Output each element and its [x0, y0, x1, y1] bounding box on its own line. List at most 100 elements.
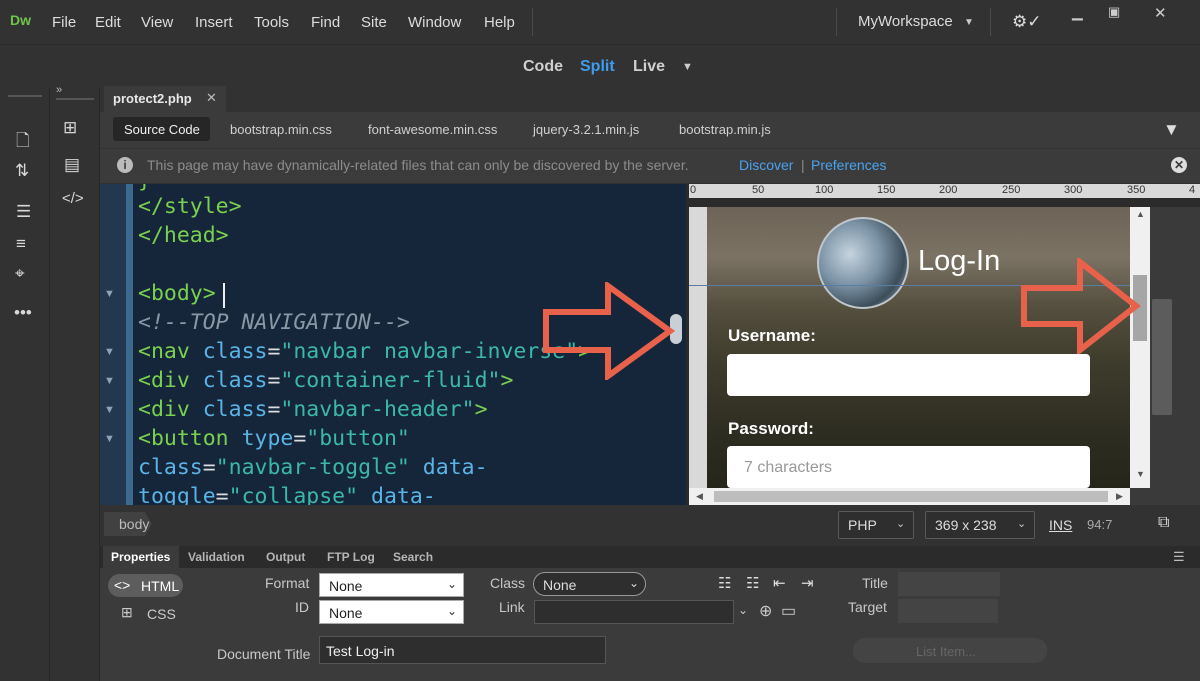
- ruler-tick: 0: [690, 184, 697, 196]
- code-token: >: [500, 368, 514, 393]
- panel-menu-icon[interactable]: ☰: [1173, 549, 1185, 565]
- expand-icon[interactable]: »: [56, 84, 62, 96]
- class-select[interactable]: None ⌄: [533, 572, 646, 596]
- file-icon[interactable]: 🗋: [16, 128, 30, 157]
- menu-tools[interactable]: Tools: [254, 14, 289, 31]
- username-input[interactable]: [727, 354, 1090, 396]
- login-heading: Log-In: [918, 245, 1001, 277]
- point-to-file-icon[interactable]: ⊕: [759, 601, 772, 621]
- related-file-label[interactable]: jquery-3.2.1.min.js: [533, 122, 639, 137]
- chevron-down-icon[interactable]: ⌄: [1017, 517, 1026, 530]
- real-time-preview-icon[interactable]: ⧉: [1158, 514, 1169, 532]
- tab-search[interactable]: Search: [393, 550, 433, 564]
- code-token: <nav: [138, 339, 203, 364]
- chevron-down-icon[interactable]: ▼: [964, 17, 974, 28]
- related-file-label[interactable]: font-awesome.min.css: [368, 122, 497, 137]
- menu-window[interactable]: Window: [408, 14, 461, 31]
- scroll-left-icon[interactable]: ◀: [696, 491, 703, 502]
- folder-icon[interactable]: ▭: [781, 601, 796, 621]
- scroll-down-icon[interactable]: ▼: [1136, 469, 1145, 479]
- menu-file[interactable]: File: [52, 14, 76, 31]
- tab-properties[interactable]: Properties: [111, 550, 170, 564]
- chevron-down-icon[interactable]: ⌄: [738, 603, 748, 617]
- list-item-button[interactable]: List Item...: [853, 638, 1047, 663]
- fold-arrow-icon[interactable]: ▼: [104, 404, 115, 416]
- view-live-button[interactable]: Live: [633, 58, 665, 76]
- code-token: class: [138, 455, 203, 480]
- scroll-right-icon[interactable]: ▶: [1116, 491, 1123, 502]
- view-split-button[interactable]: Split: [580, 58, 615, 76]
- fold-arrow-icon[interactable]: ▼: [104, 375, 115, 387]
- chevron-down-icon[interactable]: ▼: [682, 61, 693, 73]
- discover-link[interactable]: Discover: [739, 157, 793, 173]
- live-horizontal-scrollbar-thumb[interactable]: [714, 491, 1108, 502]
- close-icon[interactable]: ✕: [1171, 157, 1187, 173]
- format-select[interactable]: None ⌄: [319, 573, 464, 597]
- inspect-icon[interactable]: ☰: [16, 202, 31, 222]
- menu-insert[interactable]: Insert: [195, 14, 233, 31]
- sync-settings-icon[interactable]: ⚙✓: [1012, 12, 1041, 32]
- document-tab-label[interactable]: protect2.php: [113, 91, 192, 106]
- format-icon[interactable]: ≡: [16, 234, 26, 254]
- unordered-list-icon[interactable]: ☷: [718, 574, 731, 592]
- target-icon[interactable]: ⌖: [15, 264, 25, 284]
- fold-arrow-icon[interactable]: ▼: [104, 433, 115, 445]
- code-token: =: [267, 397, 281, 422]
- code-token: class: [202, 368, 268, 393]
- ordered-list-icon[interactable]: ☷: [746, 574, 759, 592]
- target-select[interactable]: [898, 599, 998, 623]
- filter-icon[interactable]: ▼: [1163, 120, 1180, 140]
- maximize-icon[interactable]: ▣: [1108, 4, 1120, 20]
- insert-mode-toggle[interactable]: INS: [1049, 517, 1072, 533]
- toolbar-grip: [8, 95, 42, 97]
- menu-divider: [836, 8, 837, 36]
- tab-validation[interactable]: Validation: [188, 550, 245, 564]
- code-line: <nav class="navbar navbar-inverse">: [138, 339, 591, 364]
- more-icon[interactable]: •••: [14, 303, 32, 323]
- ruler-tick: 250: [1002, 184, 1021, 196]
- close-icon[interactable]: ✕: [206, 90, 217, 106]
- menu-find[interactable]: Find: [311, 14, 340, 31]
- window-size-handle[interactable]: [1152, 299, 1172, 415]
- tab-ftp-log[interactable]: FTP Log: [327, 550, 375, 564]
- preferences-link[interactable]: Preferences: [811, 157, 886, 173]
- css-grid-icon[interactable]: ⊞: [121, 604, 133, 621]
- code-token: =: [215, 484, 229, 505]
- document-title-input[interactable]: Test Log-in: [319, 636, 606, 664]
- title-input[interactable]: [898, 572, 1000, 596]
- link-input[interactable]: [534, 600, 734, 624]
- menu-site[interactable]: Site: [361, 14, 387, 31]
- outdent-icon[interactable]: ⇤: [773, 574, 786, 592]
- file-transfer-icon[interactable]: ⇅: [15, 161, 29, 181]
- chevron-down-icon[interactable]: ⌄: [896, 517, 905, 530]
- code-line: <!--TOP NAVIGATION-->: [138, 310, 410, 335]
- info-message: This page may have dynamically-related f…: [147, 157, 689, 173]
- menu-view[interactable]: View: [141, 14, 173, 31]
- minimize-icon[interactable]: ▁: [1072, 4, 1083, 21]
- code-navigator-icon[interactable]: ▤: [64, 155, 80, 175]
- code-icon[interactable]: </>: [62, 190, 84, 207]
- fold-arrow-icon[interactable]: ▼: [104, 346, 115, 358]
- indent-icon[interactable]: ⇥: [801, 574, 814, 592]
- annotation-arrow-icon: [1021, 258, 1141, 354]
- fold-arrow-icon[interactable]: ▼: [104, 288, 115, 300]
- css-mode-button[interactable]: CSS: [147, 606, 176, 622]
- menu-help[interactable]: Help: [484, 14, 515, 31]
- dom-tree-icon[interactable]: ⊞: [63, 118, 77, 138]
- workspace-switcher[interactable]: MyWorkspace: [858, 13, 953, 30]
- menu-divider: [532, 8, 533, 36]
- html-mode-label: HTML: [141, 578, 180, 594]
- view-code-button[interactable]: Code: [523, 58, 563, 76]
- menu-edit[interactable]: Edit: [95, 14, 121, 31]
- related-file-label[interactable]: Source Code: [124, 122, 200, 137]
- related-file-label[interactable]: bootstrap.min.js: [679, 122, 771, 137]
- panel-tab-bar: [100, 546, 1200, 568]
- username-label: Username:: [728, 326, 816, 345]
- tag-selector-label[interactable]: body: [119, 516, 149, 532]
- related-file-label[interactable]: bootstrap.min.css: [230, 122, 332, 137]
- id-select[interactable]: None ⌄: [319, 600, 464, 624]
- scroll-up-icon[interactable]: ▲: [1136, 209, 1145, 219]
- close-icon[interactable]: ✕: [1154, 4, 1167, 22]
- ruler: 0 50 100 150 200 250 300 350 4: [689, 184, 1200, 198]
- tab-output[interactable]: Output: [266, 550, 305, 564]
